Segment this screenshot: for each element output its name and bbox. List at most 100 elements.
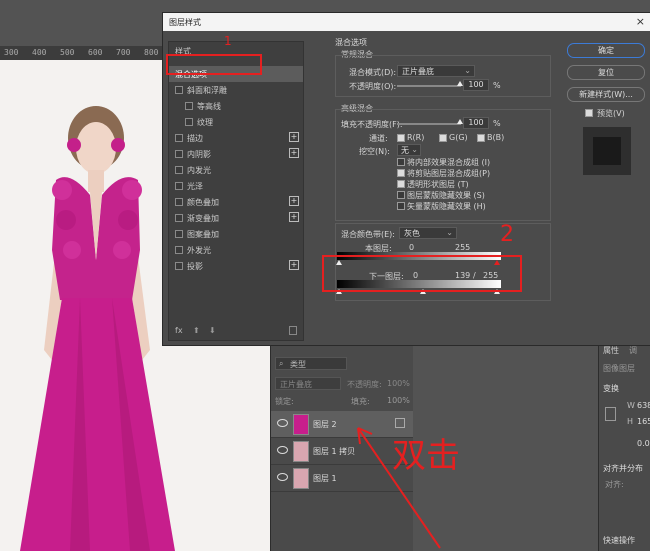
style-item-label: 等高线 xyxy=(197,102,221,111)
reset-button[interactable]: 复位 xyxy=(567,65,645,80)
opacity-slider[interactable] xyxy=(397,85,461,87)
knockout-value: 无 xyxy=(401,146,409,155)
close-icon[interactable]: × xyxy=(636,15,645,28)
style-item-checkbox[interactable] xyxy=(175,134,183,142)
link-icon[interactable] xyxy=(605,407,616,421)
style-item[interactable]: 颜色叠加 + xyxy=(169,194,303,210)
style-preview-swatch xyxy=(583,127,631,175)
layer-name: 图层 1 xyxy=(313,474,337,483)
new-style-button-label: 新建样式(W)... xyxy=(579,90,633,99)
add-effect-icon[interactable]: + xyxy=(289,260,299,270)
opacity-input[interactable]: 100 xyxy=(463,79,489,91)
vector-mask-hides-checkbox[interactable] xyxy=(397,202,405,210)
width-label: W xyxy=(627,401,635,410)
style-item-label: 描边 xyxy=(187,134,203,143)
style-item[interactable]: 图案叠加 xyxy=(169,226,303,242)
layer-opacity-value[interactable]: 100% xyxy=(387,379,410,388)
style-item[interactable]: 斜面和浮雕 xyxy=(169,82,303,98)
channel-g-checkbox[interactable] xyxy=(439,134,447,142)
this-layer-min: 0 xyxy=(409,243,415,252)
style-item-checkbox[interactable] xyxy=(175,150,183,158)
eye-icon[interactable] xyxy=(277,473,288,481)
layer-mask-hides-checkbox[interactable] xyxy=(397,191,405,199)
style-item-checkbox[interactable] xyxy=(175,246,183,254)
style-item-label: 内阴影 xyxy=(187,150,211,159)
style-item[interactable]: 投影 + xyxy=(169,258,303,274)
style-item[interactable]: 描边 + xyxy=(169,130,303,146)
blend-mode-value: 正片叠底 xyxy=(402,67,434,76)
style-item-checkbox[interactable] xyxy=(185,102,193,110)
blend-interior-checkbox[interactable] xyxy=(397,158,405,166)
chevron-down-icon: ⌄ xyxy=(446,228,453,237)
transparency-shapes-checkbox[interactable] xyxy=(397,180,405,188)
blend-clipped-checkbox[interactable] xyxy=(397,169,405,177)
style-item-checkbox[interactable] xyxy=(175,198,183,206)
style-item[interactable]: 内阴影 + xyxy=(169,146,303,162)
knockout-select[interactable]: 无 ⌄ xyxy=(397,144,421,156)
new-style-button[interactable]: 新建样式(W)... xyxy=(567,87,645,102)
preview-checkbox[interactable] xyxy=(585,109,593,117)
tab-properties[interactable]: 属性 xyxy=(603,345,619,356)
tab-adjustments[interactable]: 调 xyxy=(629,345,637,356)
style-item-checkbox[interactable] xyxy=(185,118,193,126)
add-effect-icon[interactable]: + xyxy=(289,148,299,158)
style-item[interactable]: 光泽 xyxy=(169,178,303,194)
width-value[interactable]: 638 xyxy=(637,401,650,410)
move-down-icon[interactable]: ⬇ xyxy=(209,326,216,335)
preview-label: 预览(V) xyxy=(597,109,625,118)
style-item-label: 外发光 xyxy=(187,246,211,255)
style-item[interactable]: 渐变叠加 + xyxy=(169,210,303,226)
style-item-label: 图案叠加 xyxy=(187,230,219,239)
height-label: H xyxy=(627,417,634,426)
height-value[interactable]: 165 xyxy=(637,417,650,426)
percent-sign: % xyxy=(493,81,501,90)
fx-icon[interactable]: fx xyxy=(175,326,183,335)
fill-opacity-slider[interactable] xyxy=(397,123,461,125)
add-effect-icon[interactable]: + xyxy=(289,132,299,142)
quick-actions-title: 快速操作 xyxy=(603,536,635,545)
style-item[interactable]: 等高线 xyxy=(169,98,303,114)
ruler-tick: 800 xyxy=(144,48,159,57)
transparency-shapes-label: 透明形状图层 (T) xyxy=(407,180,469,189)
style-item-label: 斜面和浮雕 xyxy=(187,86,227,95)
chevron-down-icon: ⌄ xyxy=(464,66,471,75)
eye-icon[interactable] xyxy=(277,446,288,454)
move-up-icon[interactable]: ⬆ xyxy=(193,326,200,335)
channel-b-label: B(B) xyxy=(487,133,505,142)
align-title: 对齐并分布 xyxy=(603,464,643,473)
ruler-tick: 300 xyxy=(4,48,19,57)
dialog-titlebar[interactable]: 图层样式 × xyxy=(163,13,650,31)
style-item-checkbox[interactable] xyxy=(175,214,183,222)
style-item-checkbox[interactable] xyxy=(175,166,183,174)
style-item[interactable]: 纹理 xyxy=(169,114,303,130)
trash-icon[interactable] xyxy=(289,326,297,335)
channel-r-checkbox[interactable] xyxy=(397,134,405,142)
blend-mode-select[interactable]: 正片叠底 ⌄ xyxy=(397,65,475,77)
style-item[interactable]: 外发光 xyxy=(169,242,303,258)
style-preview-inner xyxy=(593,137,621,165)
layer-opacity-label: 不透明度: xyxy=(347,380,382,389)
style-item-checkbox[interactable] xyxy=(175,182,183,190)
layer-blend-mode[interactable]: 正片叠底 xyxy=(275,377,341,390)
add-effect-icon[interactable]: + xyxy=(289,196,299,206)
channel-b-checkbox[interactable] xyxy=(477,134,485,142)
style-item-checkbox[interactable] xyxy=(175,262,183,270)
dialog-title: 图层样式 xyxy=(169,18,201,27)
ok-button-label: 确定 xyxy=(598,46,614,55)
ok-button[interactable]: 确定 xyxy=(567,43,645,58)
style-item-checkbox[interactable] xyxy=(175,230,183,238)
blend-if-select[interactable]: 灰色 ⌄ xyxy=(399,227,457,239)
style-item-label: 投影 xyxy=(187,262,203,271)
fill-opacity-label: 填充不透明度(F): xyxy=(341,120,403,129)
properties-transform-title: 变换 xyxy=(603,384,619,393)
add-effect-icon[interactable]: + xyxy=(289,212,299,222)
fill-opacity-input[interactable]: 100 xyxy=(463,117,489,129)
annotation-handwriting: 双击 xyxy=(392,436,460,476)
angle-value[interactable]: 0.0 xyxy=(637,439,650,448)
style-item-checkbox[interactable] xyxy=(175,86,183,94)
blend-mode-label: 混合模式(D): xyxy=(349,68,397,77)
layer-mask-hides-label: 图层蒙版隐藏效果 (S) xyxy=(407,191,485,200)
layer-filter-kind[interactable]: ⌕ 类型 xyxy=(275,357,347,370)
eye-icon[interactable] xyxy=(277,419,288,427)
style-item[interactable]: 内发光 xyxy=(169,162,303,178)
